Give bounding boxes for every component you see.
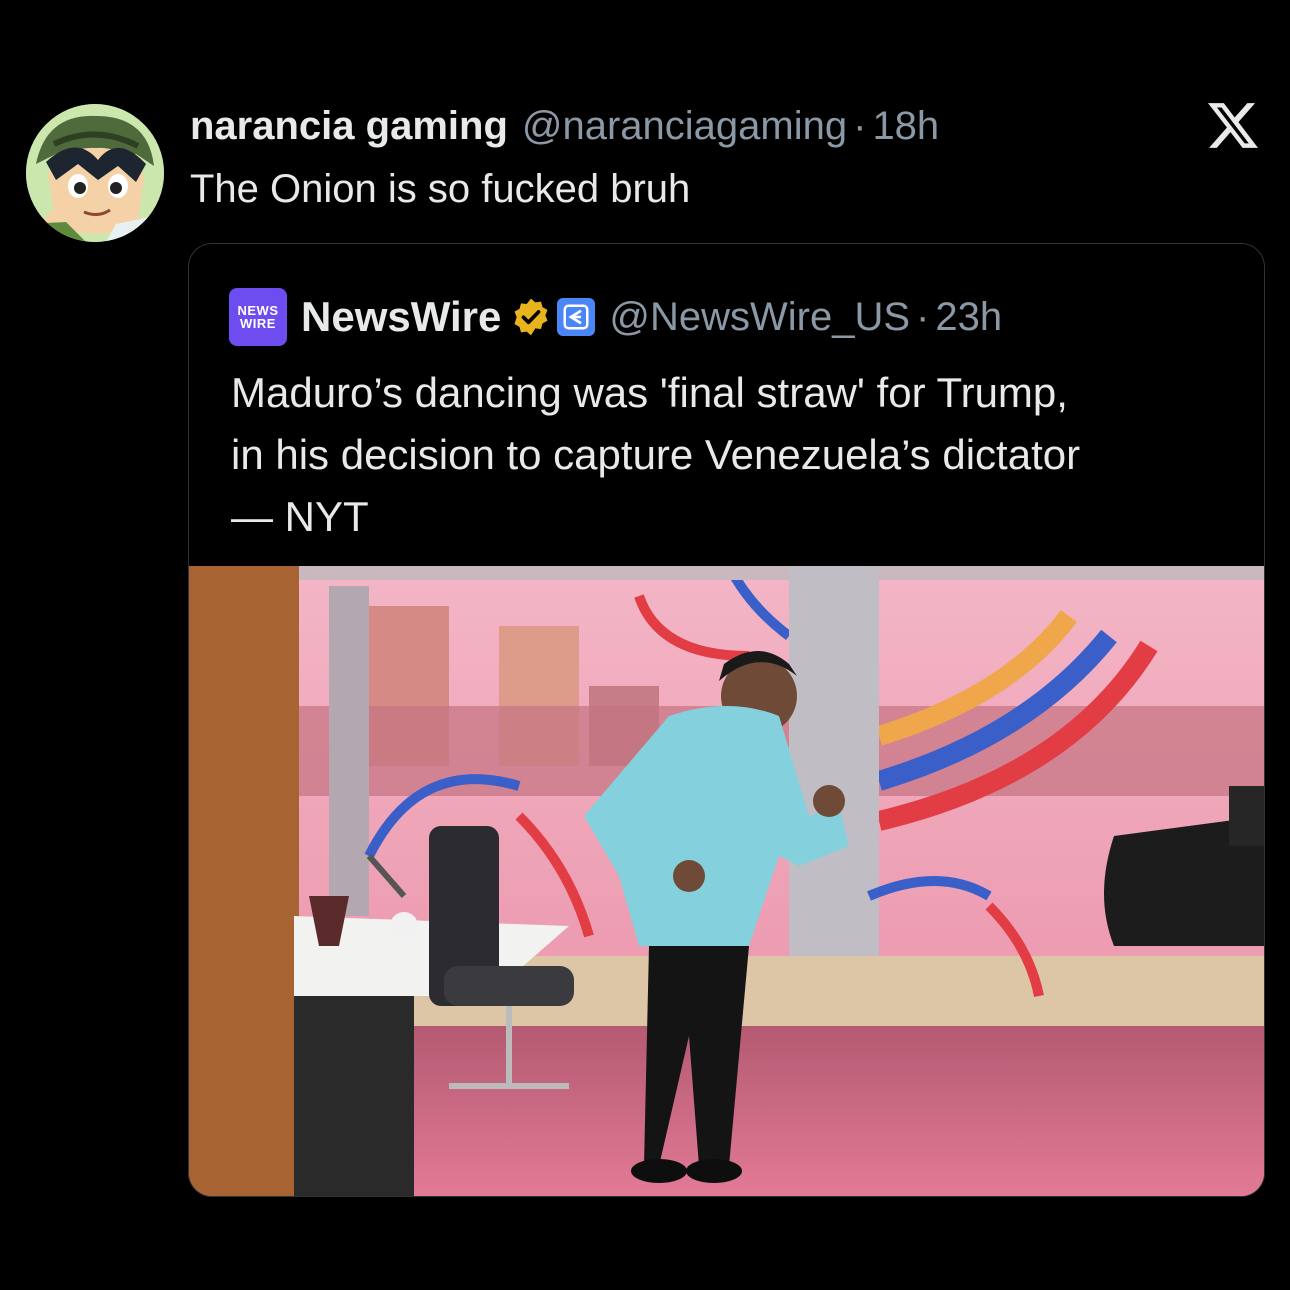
tweet-text: The Onion is so fucked bruh bbox=[190, 167, 691, 211]
tweet-timestamp[interactable]: 18h bbox=[872, 100, 939, 152]
anime-boy-avatar-icon bbox=[26, 104, 164, 242]
quoted-text-line: in his decision to capture Venezuela’s d… bbox=[231, 431, 1081, 478]
verified-badge-icon bbox=[514, 298, 548, 336]
affiliate-badge-icon bbox=[557, 298, 596, 336]
user-avatar[interactable] bbox=[26, 104, 164, 242]
quoted-tweet-text: Maduro’s dancing was 'final straw' for T… bbox=[231, 362, 1241, 548]
quoted-handle[interactable]: @NewsWire_US bbox=[609, 295, 910, 340]
quoted-tweet-image[interactable] bbox=[189, 566, 1264, 1196]
quoted-timestamp[interactable]: 23h bbox=[935, 295, 1002, 340]
separator-dot: · bbox=[853, 104, 867, 148]
separator-dot: · bbox=[916, 294, 930, 339]
newswire-avatar[interactable]: NEWS WIRE bbox=[229, 288, 287, 346]
quoted-tweet-card[interactable]: NEWS WIRE NewsWire @NewsWire_US · 23h Ma… bbox=[188, 243, 1265, 1197]
user-handle[interactable]: @naranciagaming bbox=[522, 100, 847, 152]
avatar-text-line2: WIRE bbox=[240, 316, 276, 331]
studio-photo bbox=[189, 566, 1264, 1196]
quoted-text-line: Maduro’s dancing was 'final straw' for T… bbox=[231, 369, 1068, 416]
display-name[interactable]: narancia gaming bbox=[190, 100, 508, 152]
quoted-tweet-header: NEWS WIRE NewsWire @NewsWire_US · 23h bbox=[229, 288, 1002, 346]
quoted-display-name[interactable]: NewsWire bbox=[301, 293, 501, 341]
x-logo-icon bbox=[1208, 103, 1258, 148]
tweet-header: narancia gaming @naranciagaming · 18h bbox=[190, 100, 939, 152]
quoted-text-line: — NYT bbox=[231, 493, 369, 540]
